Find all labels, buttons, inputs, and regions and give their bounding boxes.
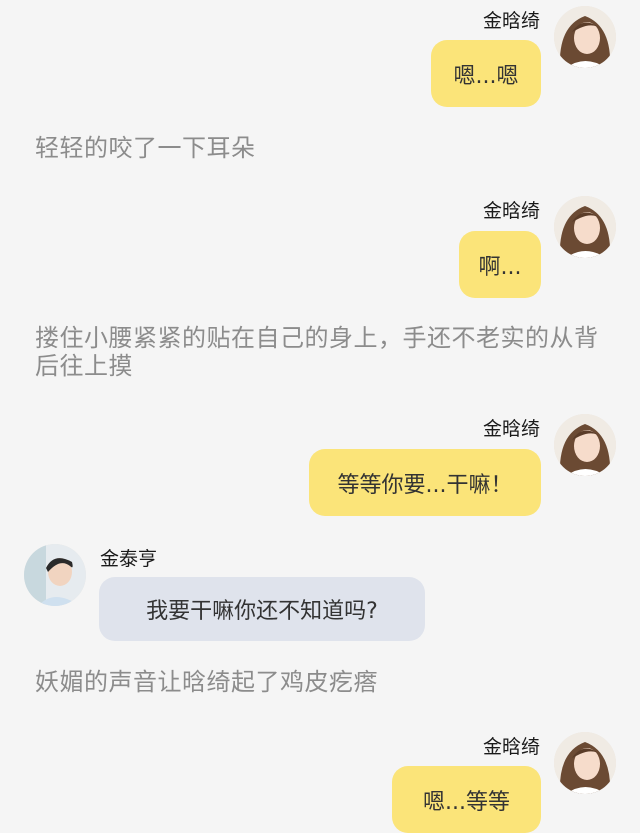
message-bubble[interactable]: 啊... <box>459 231 541 298</box>
sender-name: 金晗绮 <box>482 200 540 222</box>
sender-name: 金晗绮 <box>482 418 540 440</box>
narration-text: 搂住小腰紧紧的贴在自己的身上，手还不老实的从背后往上摸 <box>35 324 599 380</box>
sender-name: 金晗绮 <box>482 10 540 32</box>
message-bubble[interactable]: 等等你要...干嘛！ <box>309 449 541 516</box>
narration-text: 妖媚的声音让晗绮起了鸡皮疙瘩 <box>35 668 378 696</box>
avatar-boy-icon[interactable] <box>24 544 86 606</box>
avatar-girl-icon[interactable] <box>554 196 616 258</box>
message-bubble[interactable]: 嗯...嗯 <box>431 40 541 107</box>
avatar-girl-icon[interactable] <box>554 732 616 794</box>
message-bubble[interactable]: 嗯...等等 <box>392 766 541 833</box>
avatar-girl-icon[interactable] <box>554 6 616 68</box>
sender-name: 金泰亨 <box>100 548 158 570</box>
avatar-girl-icon[interactable] <box>554 414 616 476</box>
message-bubble[interactable]: 我要干嘛你还不知道吗? <box>99 577 425 641</box>
sender-name: 金晗绮 <box>482 736 540 758</box>
narration-text: 轻轻的咬了一下耳朵 <box>35 134 256 162</box>
